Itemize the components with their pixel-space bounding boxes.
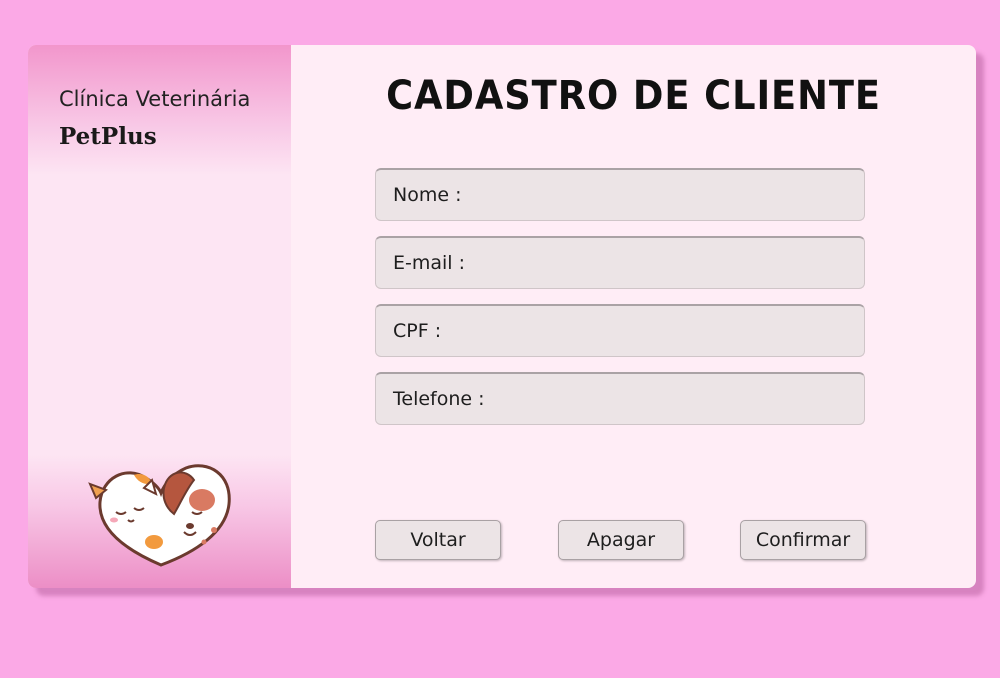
cpf-field[interactable]: CPF : (375, 304, 865, 357)
name-input[interactable] (467, 169, 864, 221)
cpf-input[interactable] (447, 305, 864, 357)
email-input[interactable] (471, 237, 864, 289)
phone-field[interactable]: Telefone : (375, 372, 865, 425)
confirm-button[interactable]: Confirmar (740, 520, 866, 560)
name-label: Nome : (393, 184, 462, 206)
registration-card: Clínica Veterinária PetPlus CADASTRO DE … (28, 45, 976, 588)
email-label: E-mail : (393, 252, 466, 274)
email-field[interactable]: E-mail : (375, 236, 865, 289)
cat-and-dog-heart-icon (88, 464, 231, 567)
phone-input[interactable] (490, 373, 864, 425)
clinic-label: Clínica Veterinária (59, 87, 251, 111)
back-button[interactable]: Voltar (375, 520, 501, 560)
page-title: CADASTRO DE CLIENTE (386, 73, 881, 119)
brand-name: PetPlus (59, 123, 157, 150)
clear-button[interactable]: Apagar (558, 520, 684, 560)
cpf-label: CPF : (393, 320, 442, 342)
phone-label: Telefone : (393, 388, 485, 410)
sidebar: Clínica Veterinária PetPlus (28, 45, 291, 588)
name-field[interactable]: Nome : (375, 168, 865, 221)
